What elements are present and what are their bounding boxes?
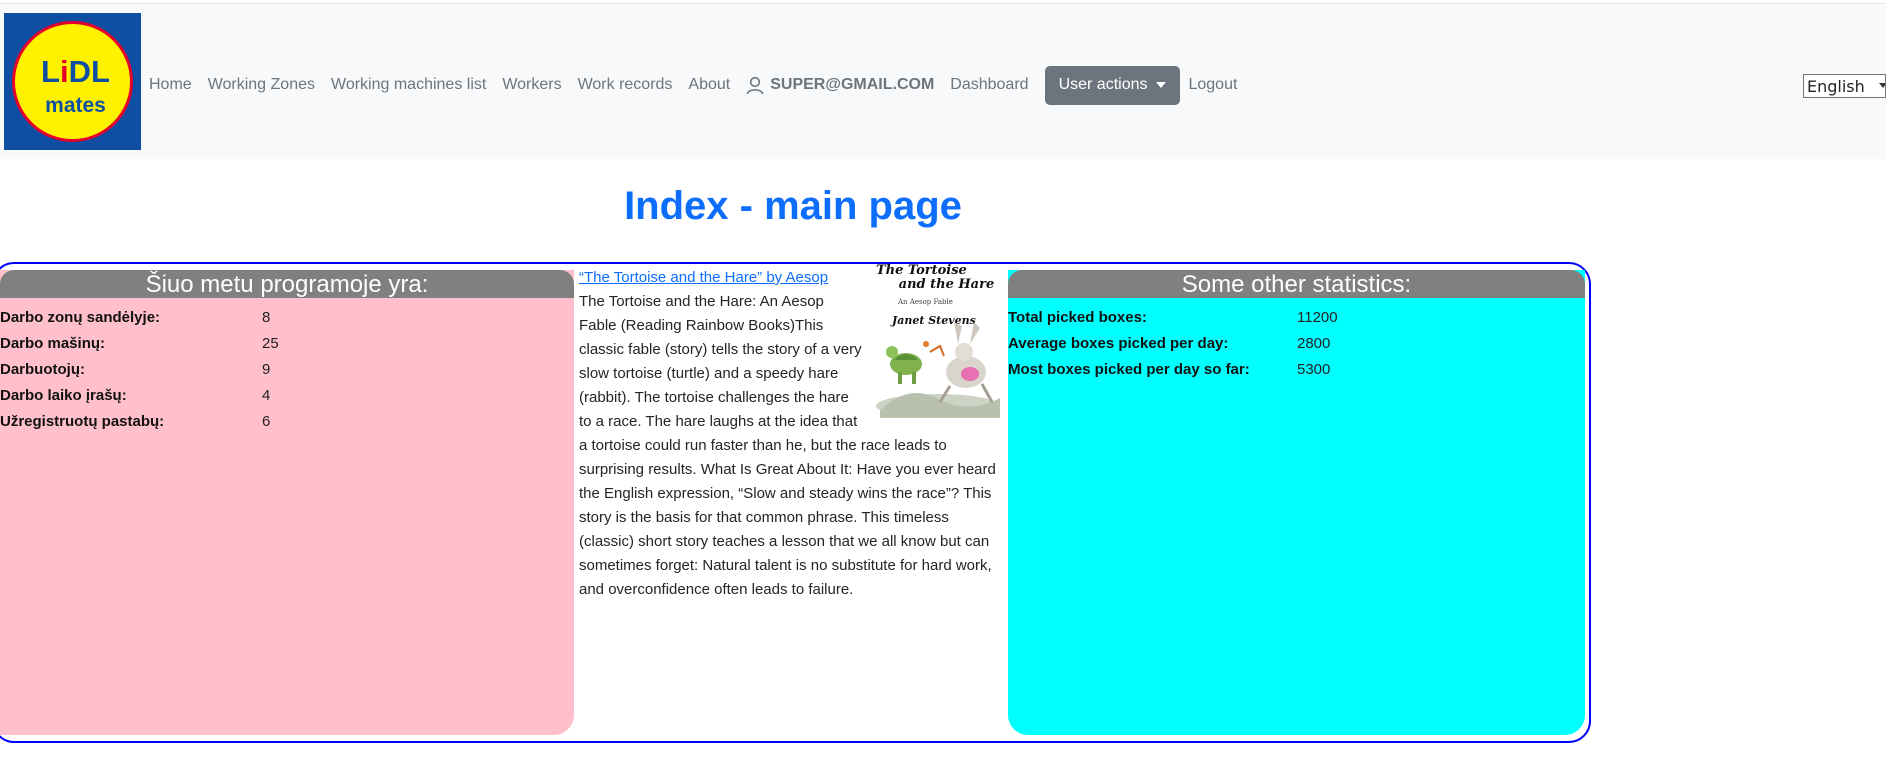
nav-working-zones[interactable]: Working Zones <box>208 76 315 94</box>
nav-logout[interactable]: Logout <box>1188 76 1237 94</box>
stat-row-workers: Darbuotojų: 9 <box>0 356 574 382</box>
stat-label: Average boxes picked per day: <box>1008 334 1229 352</box>
stat-value: 6 <box>262 412 271 430</box>
stat-value: 2800 <box>1297 334 1331 352</box>
nav-home[interactable]: Home <box>149 76 192 94</box>
lidl-mates-logo[interactable]: LiDL mates <box>4 13 141 150</box>
stat-row-work-records: Darbo laiko įrašų: 4 <box>0 382 574 408</box>
logo-brand: LiDL <box>41 54 110 89</box>
user-email: SUPER@GMAIL.COM <box>770 76 935 93</box>
stat-label: Darbo zonų sandėlyje: <box>0 308 161 326</box>
stat-label: Užregistruotų pastabų: <box>0 412 165 430</box>
tortoise-hare-illustration <box>876 322 1000 418</box>
nav-links: Home Working Zones Working machines list… <box>149 65 1253 105</box>
stat-row-most-picked: Most boxes picked per day so far: 5300 <box>1008 356 1585 382</box>
stat-label: Total picked boxes: <box>1008 308 1147 326</box>
stat-value: 11200 <box>1297 308 1338 326</box>
navbar: LiDL mates Home Working Zones Working ma… <box>0 4 1886 159</box>
nav-about[interactable]: About <box>688 76 730 94</box>
stat-value: 25 <box>262 334 279 352</box>
stat-row-total-picked: Total picked boxes: 11200 <box>1008 304 1585 330</box>
nav-working-machines[interactable]: Working machines list <box>331 76 486 94</box>
stat-row-average-picked: Average boxes picked per day: 2800 <box>1008 330 1585 356</box>
story-section: The Tortoise and the Hare An Aesop Fable… <box>579 264 1006 626</box>
language-select[interactable]: English <box>1803 74 1886 98</box>
story-title-link[interactable]: “The Tortoise and the Hare” by Aesop <box>579 269 828 286</box>
caret-down-icon <box>1156 82 1167 88</box>
program-stats-list: Darbo zonų sandėlyje: 8 Darbo mašinų: 25… <box>0 298 574 434</box>
chevron-down-icon <box>1879 83 1885 88</box>
other-stats-heading: Some other statistics: <box>1008 270 1585 298</box>
nav-workers[interactable]: Workers <box>502 76 561 94</box>
program-stats-panel: Šiuo metu programoje yra: Darbo zonų san… <box>0 270 574 735</box>
nav-user-profile[interactable]: SUPER@GMAIL.COM <box>746 76 934 95</box>
stat-label: Most boxes picked per day so far: <box>1008 360 1250 378</box>
other-stats-list: Total picked boxes: 11200 Average boxes … <box>1008 298 1585 382</box>
stat-value: 9 <box>262 360 271 378</box>
person-icon <box>746 76 764 94</box>
logo-mates-text: mates <box>45 94 106 117</box>
other-stats-panel: Some other statistics: Total picked boxe… <box>1008 270 1585 735</box>
stat-value: 5300 <box>1297 360 1331 378</box>
page-title: Index - main page <box>624 184 962 228</box>
stat-label: Darbuotojų: <box>0 360 85 378</box>
stat-label: Darbo laiko įrašų: <box>0 386 127 404</box>
user-actions-label: User actions <box>1058 76 1148 93</box>
book-cover-title: The Tortoise and the Hare <box>876 263 995 292</box>
stat-value: 4 <box>262 386 271 404</box>
stat-row-zones: Darbo zonų sandėlyje: 8 <box>0 304 574 330</box>
user-actions-dropdown[interactable]: User actions <box>1044 65 1181 105</box>
nav-work-records[interactable]: Work records <box>578 76 673 94</box>
nav-dashboard[interactable]: Dashboard <box>950 76 1028 94</box>
book-cover-image: The Tortoise and the Hare An Aesop Fable… <box>870 264 1006 420</box>
stat-label: Darbo mašinų: <box>0 334 106 352</box>
language-selected: English <box>1807 76 1865 96</box>
stat-row-notes: Užregistruotų pastabų: 6 <box>0 408 574 434</box>
stat-value: 8 <box>262 308 271 326</box>
stat-row-machines: Darbo mašinų: 25 <box>0 330 574 356</box>
program-stats-heading: Šiuo metu programoje yra: <box>0 270 574 298</box>
book-cover-subtitle: An Aesop Fable <box>898 298 953 306</box>
logo-circle: LiDL mates <box>12 21 133 142</box>
